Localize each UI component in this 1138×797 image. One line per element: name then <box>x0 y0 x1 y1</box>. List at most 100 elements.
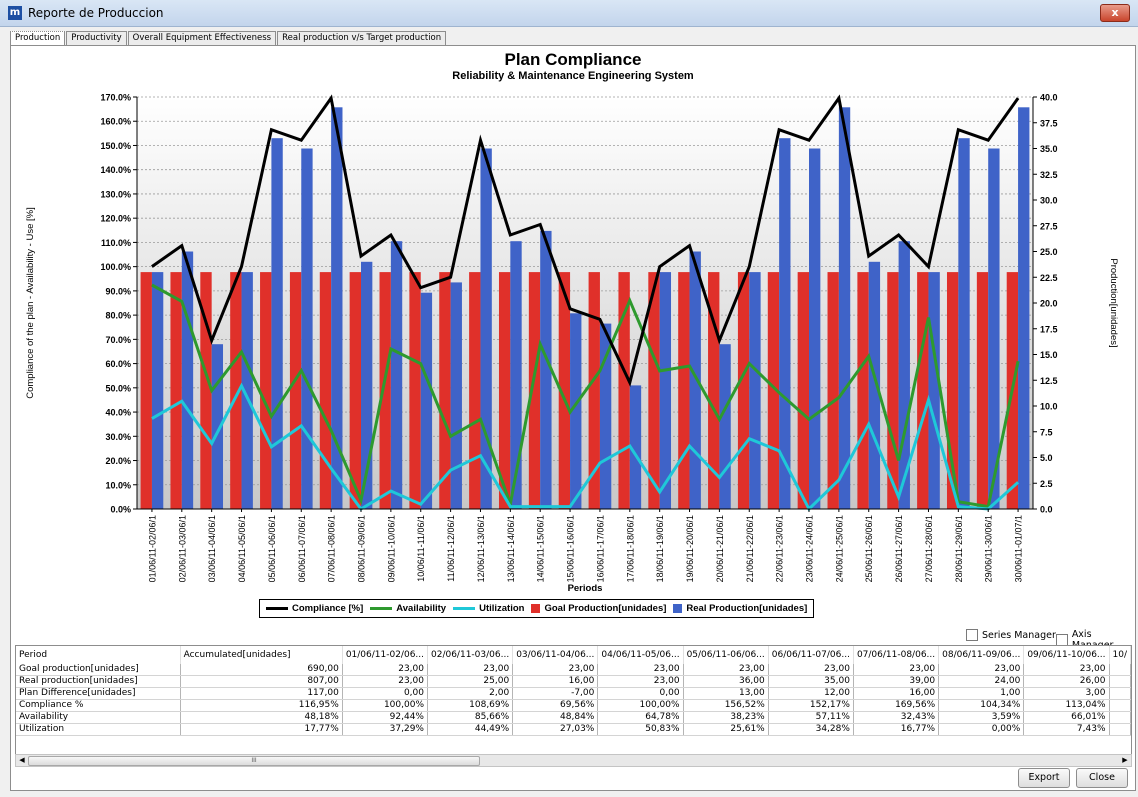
table-row[interactable]: Availability 48,18% 92,44% 85,66% 48,84% 64,7… <box>16 711 1131 724</box>
left-tick-label: 120.0% <box>100 214 131 224</box>
right-tick-label: 15.0 <box>1040 350 1058 360</box>
left-tick-label: 70.0% <box>105 335 131 345</box>
real-production-bar <box>838 107 851 510</box>
left-tick-label: 50.0% <box>105 383 131 393</box>
x-tick-label: 04/06/11-05/06/1 <box>237 515 247 582</box>
x-tick-label: 18/06/11-19/06/1 <box>655 515 665 582</box>
column-header[interactable]: 04/06/11-05/06... <box>597 646 684 664</box>
table-cell: 66,01% <box>1023 711 1110 724</box>
left-tick-label: 150.0% <box>100 141 131 151</box>
table-cell: -7,00 <box>512 687 599 700</box>
table-cell: 69,56% <box>512 699 599 712</box>
series-manager-check[interactable] <box>966 629 978 641</box>
close-button[interactable]: Close <box>1076 768 1128 788</box>
column-header[interactable]: 02/06/11-03/06... <box>427 646 514 664</box>
left-tick-label: 130.0% <box>100 189 131 199</box>
series-manager-checkbox[interactable]: Series Manager <box>966 629 1056 641</box>
real-production-bar <box>301 148 313 509</box>
scroll-thumb[interactable]: III <box>28 756 480 766</box>
tab-real-vs-target[interactable]: Real production v/s Target production <box>277 31 447 45</box>
real-production-bar <box>540 230 552 509</box>
column-header[interactable]: 01/06/11-02/06... <box>342 646 429 664</box>
left-axis-title: Compliance of the plan - Availability - … <box>25 207 36 399</box>
x-tick-label: 28/06/11-29/06/1 <box>954 515 964 582</box>
real-production-bar <box>450 282 462 509</box>
right-tick-label: 22.5 <box>1040 273 1058 283</box>
x-tick-label: 25/06/11-26/06/1 <box>864 515 874 582</box>
table-cell: 39,00 <box>853 675 940 688</box>
right-tick-label: 37.5 <box>1040 118 1058 128</box>
table-cell: 48,84% <box>512 711 599 724</box>
column-header[interactable]: 06/06/11-07/06... <box>768 646 854 664</box>
goal-production-bar <box>469 272 481 509</box>
column-header[interactable]: Accumulated[unidades] <box>180 646 343 664</box>
x-tick-label: 26/06/11-27/06/1 <box>894 515 904 582</box>
x-tick-label: 09/06/11-10/06/1 <box>386 515 396 582</box>
table-cell-overflow <box>1109 675 1131 688</box>
table-cell: Utilization <box>16 723 181 736</box>
x-axis-title: Periods <box>568 583 603 594</box>
table-cell: 57,11% <box>768 711 854 724</box>
right-tick-label: 17.5 <box>1040 324 1058 334</box>
column-header[interactable]: 07/06/11-08/06... <box>853 646 940 664</box>
right-tick-label: 7.5 <box>1040 427 1053 437</box>
real-production-bar <box>390 241 403 509</box>
close-window-button[interactable]: x <box>1100 4 1130 22</box>
x-tick-label: 30/06/11-01/07/1 <box>1014 515 1024 582</box>
x-tick-label: 22/06/11-23/06/1 <box>775 515 785 582</box>
table-cell: 23,00 <box>768 664 854 676</box>
x-tick-label: 11/06/11-12/06/1 <box>446 515 456 582</box>
scroll-left-icon[interactable]: ◀ <box>17 755 27 766</box>
table-cell: 25,61% <box>683 723 769 736</box>
table-row[interactable]: Plan Difference[unidades] 117,00 0,00 2,00-… <box>16 687 1131 700</box>
table-cell: 23,00 <box>1023 664 1110 676</box>
table-cell-overflow <box>1109 711 1131 724</box>
goal-production-bar <box>827 272 839 509</box>
horizontal-scrollbar[interactable]: ◀ III ▶ <box>15 754 1132 767</box>
table-cell: 37,29% <box>342 723 429 736</box>
table-cell: 116,95% <box>180 699 343 712</box>
left-tick-label: 160.0% <box>100 117 131 127</box>
table-row[interactable]: Goal production[unidades] 690,00 23,00 23,0… <box>16 664 1131 676</box>
column-header[interactable]: Period <box>16 646 181 664</box>
tab-oee[interactable]: Overall Equipment Effectiveness <box>127 31 277 45</box>
real-production-bar <box>151 272 164 509</box>
right-tick-label: 40.0 <box>1040 93 1058 103</box>
table-cell: 23,00 <box>427 664 514 676</box>
x-tick-label: 16/06/11-17/06/1 <box>595 515 605 582</box>
column-header[interactable]: 05/06/11-06/06... <box>683 646 769 664</box>
right-tick-label: 30.0 <box>1040 196 1058 206</box>
export-button[interactable]: Export <box>1018 768 1070 788</box>
x-tick-label: 20/06/11-21/06/1 <box>715 515 725 582</box>
tab-bar: Production Productivity Overall Equipmen… <box>10 31 447 48</box>
column-header[interactable]: 10/ <box>1109 646 1131 664</box>
legend-item-goal-production: Goal Production[unidades] <box>531 603 666 614</box>
tab-productivity[interactable]: Productivity <box>66 31 127 45</box>
legend-item-utilization: Utilization <box>453 603 524 614</box>
table-cell: Plan Difference[unidades] <box>16 687 181 700</box>
x-tick-label: 07/06/11-08/06/1 <box>327 515 337 582</box>
column-header[interactable]: 08/06/11-09/06... <box>938 646 1025 664</box>
column-header[interactable]: 03/06/11-04/06... <box>512 646 599 664</box>
x-tick-label: 23/06/11-24/06/1 <box>805 515 815 582</box>
x-tick-label: 19/06/11-20/06/1 <box>685 515 695 582</box>
table-cell: 100,00% <box>597 699 684 712</box>
table-row[interactable]: Real production[unidades] 807,00 23,00 25,0… <box>16 675 1131 688</box>
table-cell: 25,00 <box>427 675 514 688</box>
goal-production-bar <box>349 272 361 509</box>
production-table[interactable]: Period Accumulated[unidades] 01/06/11-02… <box>15 645 1132 756</box>
scroll-right-icon[interactable]: ▶ <box>1120 755 1130 766</box>
real-production-bar <box>928 272 940 509</box>
table-cell-overflow <box>1109 664 1131 676</box>
x-tick-label: 13/06/11-14/06/1 <box>506 515 516 582</box>
table-row[interactable]: Compliance % 116,95% 100,00% 108,69% 69,56% 1… <box>16 699 1131 712</box>
table-cell: 24,00 <box>938 675 1025 688</box>
table-row[interactable]: Utilization 17,77% 37,29% 44,49% 27,03% 50,83… <box>16 723 1131 736</box>
column-header[interactable]: 09/06/11-10/06... <box>1023 646 1110 664</box>
table-cell: 17,77% <box>180 723 343 736</box>
table-cell: 27,03% <box>512 723 599 736</box>
window-title: Reporte de Produccion <box>28 6 164 20</box>
table-cell: 1,00 <box>938 687 1025 700</box>
table-cell: 50,83% <box>597 723 684 736</box>
table-cell: 16,77% <box>853 723 940 736</box>
